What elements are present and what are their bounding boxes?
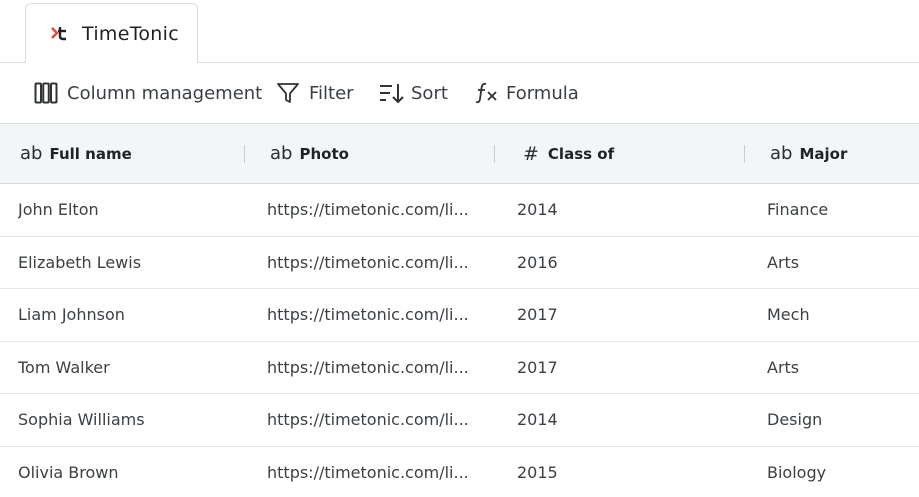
cell-full-name[interactable]: Olivia Brown [18, 447, 238, 497]
column-label: Major [799, 144, 848, 163]
column-management-button[interactable]: Column management [34, 79, 262, 107]
tab-title: TimeTonic [82, 23, 179, 45]
cell-photo[interactable]: https://timetonic.com/li... [267, 394, 469, 446]
tab-bar: TimeTonic [0, 0, 919, 64]
column-label: Photo [299, 144, 349, 163]
column-label: Full name [49, 144, 132, 163]
text-type-icon: ab [270, 143, 293, 164]
column-header-photo[interactable]: ab Photo [270, 124, 349, 183]
cell-photo[interactable]: https://timetonic.com/li... [267, 237, 469, 289]
cell-class-of[interactable]: 2017 [517, 289, 717, 341]
column-divider[interactable] [744, 145, 745, 163]
table-row[interactable]: Olivia Brown https://timetonic.com/li...… [0, 447, 919, 497]
cell-full-name[interactable]: Tom Walker [18, 342, 238, 394]
formula-label: Formula [506, 82, 579, 104]
table-row[interactable]: Liam Johnson https://timetonic.com/li...… [0, 289, 919, 342]
columns-icon [34, 82, 58, 104]
cell-class-of[interactable]: 2016 [517, 237, 717, 289]
table-row[interactable]: John Elton https://timetonic.com/li... 2… [0, 184, 919, 237]
sort-label: Sort [411, 82, 448, 104]
cell-major[interactable]: Arts [767, 237, 917, 289]
cell-photo[interactable]: https://timetonic.com/li... [267, 289, 469, 341]
table-row[interactable]: Elizabeth Lewis https://timetonic.com/li… [0, 237, 919, 290]
cell-major[interactable]: Design [767, 394, 917, 446]
column-header-major[interactable]: ab Major [770, 124, 847, 183]
cell-class-of[interactable]: 2014 [517, 184, 717, 236]
cell-class-of[interactable]: 2014 [517, 394, 717, 446]
table-header: ab Full name ab Photo # Class of ab Majo… [0, 123, 919, 184]
cell-class-of[interactable]: 2015 [517, 447, 717, 497]
column-header-class-of[interactable]: # Class of [523, 124, 614, 183]
cell-photo[interactable]: https://timetonic.com/li... [267, 447, 469, 497]
cell-major[interactable]: Mech [767, 289, 917, 341]
column-management-label: Column management [67, 82, 263, 104]
function-icon [475, 81, 499, 105]
tab-timetonic[interactable]: TimeTonic [25, 3, 198, 64]
cell-full-name[interactable]: Liam Johnson [18, 289, 238, 341]
cell-full-name[interactable]: John Elton [18, 184, 238, 236]
cell-major[interactable]: Biology [767, 447, 917, 497]
timetonic-app: TimeTonic Column management Filter Sort … [0, 0, 919, 497]
column-header-full-name[interactable]: ab Full name [20, 124, 132, 183]
formula-button[interactable]: Formula [475, 79, 579, 107]
table-body: John Elton https://timetonic.com/li... 2… [0, 184, 919, 497]
table-row[interactable]: Sophia Williams https://timetonic.com/li… [0, 394, 919, 447]
text-type-icon: ab [770, 143, 793, 164]
filter-label: Filter [309, 82, 354, 104]
filter-button[interactable]: Filter [276, 79, 354, 107]
toolbar: Column management Filter Sort Formula [0, 63, 919, 123]
timetonic-logo-icon [51, 25, 67, 43]
column-divider[interactable] [244, 145, 245, 163]
table-row[interactable]: Tom Walker https://timetonic.com/li... 2… [0, 342, 919, 395]
filter-icon [276, 81, 300, 105]
column-divider[interactable] [494, 145, 495, 163]
cell-major[interactable]: Finance [767, 184, 917, 236]
column-label: Class of [547, 144, 615, 163]
cell-full-name[interactable]: Elizabeth Lewis [18, 237, 238, 289]
number-type-icon: # [523, 142, 539, 165]
sort-button[interactable]: Sort [379, 79, 448, 107]
cell-full-name[interactable]: Sophia Williams [18, 394, 238, 446]
cell-major[interactable]: Arts [767, 342, 917, 394]
text-type-icon: ab [20, 143, 43, 164]
cell-class-of[interactable]: 2017 [517, 342, 717, 394]
sort-icon [379, 82, 404, 104]
cell-photo[interactable]: https://timetonic.com/li... [267, 342, 469, 394]
cell-photo[interactable]: https://timetonic.com/li... [267, 184, 469, 236]
